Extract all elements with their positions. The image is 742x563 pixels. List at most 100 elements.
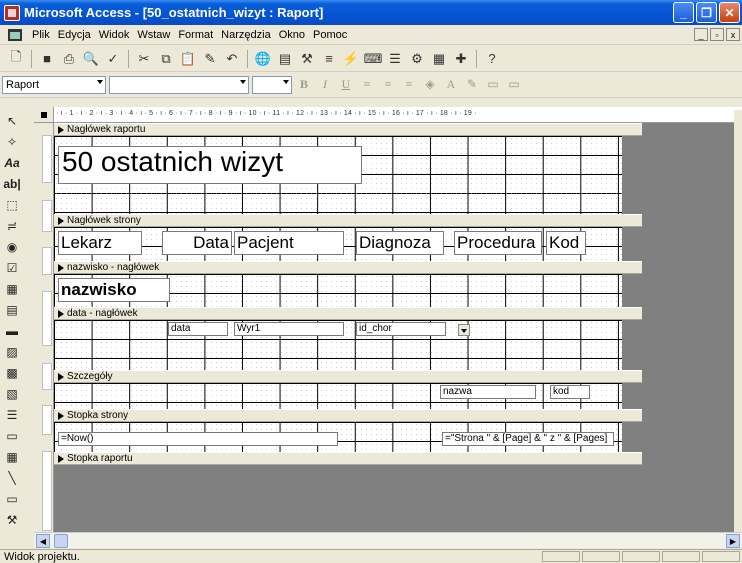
horizontal-scrollbar[interactable]: ◀ ▶ [34,532,742,548]
print-preview-icon[interactable]: 🔍 [81,49,101,69]
kod-field[interactable]: kod [550,385,590,399]
spelling-icon[interactable]: ✓ [103,49,123,69]
field-list-icon[interactable]: ▤ [275,49,295,69]
column-label-kod[interactable]: Kod [546,231,586,255]
vertical-scrollbar[interactable] [734,110,742,532]
scroll-thumb[interactable] [54,534,68,548]
maximize-button[interactable]: ❐ [696,2,717,23]
build-icon[interactable]: ⚙ [407,49,427,69]
hyperlink-icon[interactable]: 🌐 [253,49,273,69]
cut-icon[interactable]: ✂ [134,49,154,69]
label-tool-icon[interactable]: Aa [1,152,23,173]
report-design-surface[interactable]: · ı · 1 · ı · 2 · ı · 3 · ı · 4 · ı · 5 … [34,107,742,532]
align-center-icon[interactable]: ≡ [379,76,397,94]
now-field[interactable]: =Now() [58,432,338,446]
doc-restore-button[interactable]: ▫ [710,28,724,41]
report-selector[interactable] [34,107,54,122]
option-button-icon[interactable]: ◉ [1,236,23,257]
bold-icon[interactable]: B [295,76,313,94]
align-right-icon[interactable]: ≡ [400,76,418,94]
section-report-footer[interactable]: Stopka raportu [54,452,642,465]
control-wizards-icon[interactable]: ✧ [1,131,23,152]
menu-okno[interactable]: Okno [275,29,309,41]
properties-icon[interactable]: ☰ [385,49,405,69]
menu-widok[interactable]: Widok [95,29,134,41]
option-group-icon[interactable]: ⬚ [1,194,23,215]
menu-pomoc[interactable]: Pomoc [309,29,351,41]
menu-format[interactable]: Format [174,29,217,41]
column-label-procedura[interactable]: Procedura [454,231,542,255]
doc-minimize-button[interactable]: _ [694,28,708,41]
wyr1-field[interactable]: Wyr1 [234,322,344,336]
minimize-button[interactable]: _ [673,2,694,23]
horizontal-ruler[interactable]: · ı · 1 · ı · 2 · ı · 3 · ı · 4 · ı · 5 … [34,107,742,123]
subreport-icon[interactable]: ▦ [1,446,23,467]
more-controls-icon[interactable]: ⚒ [1,509,23,530]
report-title-label[interactable]: 50 ostatnich wizyt [58,146,362,184]
section-page-footer[interactable]: Stopka strony [54,409,642,422]
section-detail[interactable]: Szczegóły [54,370,642,383]
report-header-body[interactable]: 50 ostatnich wizyt [54,136,622,214]
menu-narzedzia[interactable]: Narzędzia [217,29,275,41]
fill-color-icon[interactable]: ◈ [421,76,439,94]
detail-body[interactable]: nazwa kod [54,383,622,409]
section-report-header[interactable]: Nagłówek raportu [54,123,642,136]
column-label-lekarz[interactable]: Lekarz [58,231,142,255]
database-window-icon[interactable]: ▦ [429,49,449,69]
save-icon[interactable]: ■ [37,49,57,69]
listbox-tool-icon[interactable]: ▤ [1,299,23,320]
section-date-header[interactable]: data - nagłówek [54,307,642,320]
access-app-icon[interactable] [4,4,20,21]
sorting-grouping-icon[interactable]: ≡ [319,49,339,69]
rectangle-tool-icon[interactable]: ▭ [1,488,23,509]
scroll-right-icon[interactable]: ▶ [726,534,740,548]
column-label-pacjent[interactable]: Pacjent [234,231,344,255]
nazwisko-field[interactable]: nazwisko [58,278,170,302]
column-label-data[interactable]: Data [162,231,232,255]
data-field[interactable]: data [168,322,228,336]
undo-icon[interactable]: ↶ [222,49,242,69]
page-break-icon[interactable]: ☰ [1,404,23,425]
command-button-icon[interactable]: ▬ [1,320,23,341]
unbound-object-icon[interactable]: ▩ [1,362,23,383]
new-object-icon[interactable]: ✚ [451,49,471,69]
font-size-combo[interactable] [252,75,292,94]
print-icon[interactable]: ⎙ [59,49,79,69]
font-name-combo[interactable] [109,75,249,94]
special-effect-icon[interactable]: ▭ [505,76,523,94]
menu-plik[interactable]: Plik [28,29,54,41]
page-header-body[interactable]: Lekarz Data Pacjent Diagnoza Procedura K… [54,227,622,261]
select-objects-icon[interactable]: ↖ [1,110,23,131]
autoformat-icon[interactable]: ⚡ [341,49,361,69]
section-name-header[interactable]: nazwisko - nagłówek [54,261,642,274]
close-button[interactable]: ✕ [719,2,740,23]
font-color-icon[interactable]: A [442,76,460,94]
italic-icon[interactable]: I [316,76,334,94]
chevron-down-icon[interactable] [458,324,470,336]
name-header-body[interactable]: nazwisko [54,274,622,307]
menu-edycja[interactable]: Edycja [54,29,95,41]
border-width-icon[interactable]: ▭ [484,76,502,94]
underline-icon[interactable]: U [337,76,355,94]
align-left-icon[interactable]: ≡ [358,76,376,94]
toggle-button-icon[interactable]: ≓ [1,215,23,236]
paste-icon[interactable]: 📋 [178,49,198,69]
format-painter-icon[interactable]: ✎ [200,49,220,69]
page-footer-body[interactable]: =Now() ="Strona " & [Page] & " z " & [Pa… [54,422,622,452]
combobox-tool-icon[interactable]: ▦ [1,278,23,299]
date-header-body[interactable]: data Wyr1 id_chor [54,320,622,370]
page-number-field[interactable]: ="Strona " & [Page] & " z " & [Pages] [442,432,614,446]
doc-close-button[interactable]: x [726,28,740,41]
code-icon[interactable]: ⌨ [363,49,383,69]
tab-control-icon[interactable]: ▭ [1,425,23,446]
object-combo[interactable]: Raport [2,75,106,94]
help-icon[interactable]: ? [482,49,502,69]
image-tool-icon[interactable]: ▨ [1,341,23,362]
nazwa-field[interactable]: nazwa [440,385,536,399]
line-color-icon[interactable]: ✎ [463,76,481,94]
section-page-header[interactable]: Nagłówek strony [54,214,642,227]
menu-wstaw[interactable]: Wstaw [133,29,174,41]
scroll-left-icon[interactable]: ◀ [36,534,50,548]
column-label-diagnoza[interactable]: Diagnoza [356,231,444,255]
bound-object-icon[interactable]: ▧ [1,383,23,404]
